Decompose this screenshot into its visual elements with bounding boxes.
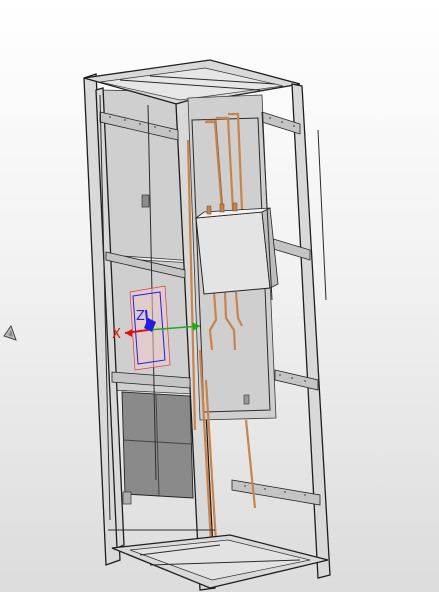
electrical-cabinet-model[interactable] (83, 59, 331, 591)
right-rear-post (291, 83, 331, 579)
x-axis-label: X (112, 327, 121, 342)
ventilation-grille (121, 391, 194, 499)
cad-3d-viewport[interactable]: X Z (0, 0, 439, 592)
triangle-warning-icon[interactable] (3, 324, 17, 341)
rail-bottom-right (231, 479, 321, 506)
model-canvas[interactable]: X Z (0, 0, 439, 592)
z-axis-label: Z (136, 309, 145, 324)
junction-box (194, 202, 279, 295)
